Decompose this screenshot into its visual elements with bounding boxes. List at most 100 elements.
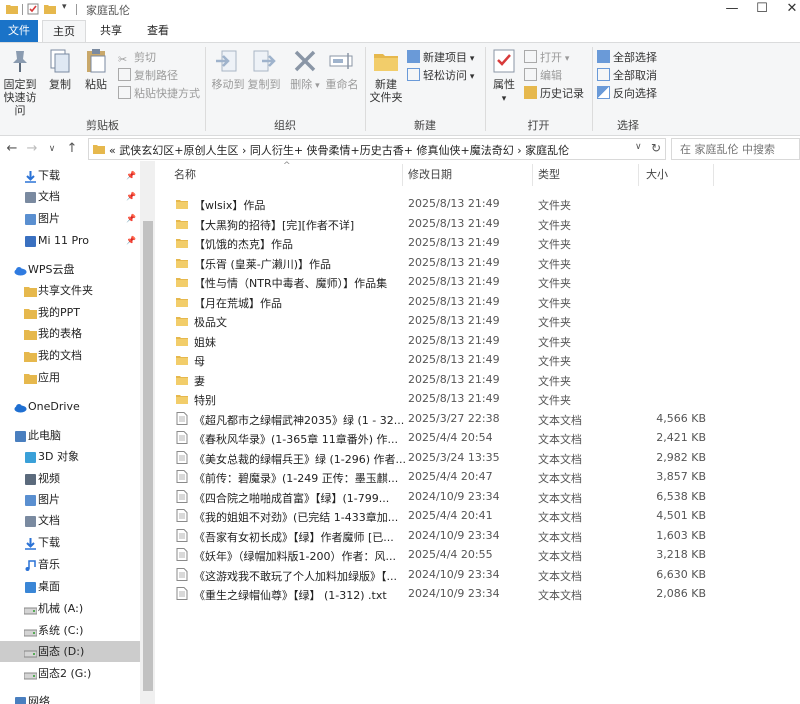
refresh-icon[interactable]: ↻ [651, 141, 661, 155]
file-type: 文件夹 [538, 335, 571, 349]
file-size: 4,566 KB [656, 411, 706, 425]
nav-item[interactable]: 文档 📌 [0, 186, 140, 207]
column-divider[interactable] [532, 164, 533, 186]
column-divider[interactable] [713, 164, 714, 186]
nav-item[interactable]: 下载 [0, 532, 140, 553]
nav-item[interactable]: 应用 [0, 367, 140, 388]
file-row[interactable]: 【wlsix】作品 2025/8/13 21:49 文件夹 [172, 194, 732, 214]
nav-item[interactable]: OneDrive [0, 396, 140, 417]
easy-access-button[interactable]: 轻松访问 ▾ [407, 67, 474, 85]
file-row[interactable]: 《重生之绿帽仙尊》【绿】 (1-312) .txt 2024/10/9 23:34… [172, 584, 732, 604]
properties-check-icon[interactable] [27, 3, 39, 15]
rename-button[interactable]: 重命名 [322, 47, 362, 91]
nav-item[interactable]: 共享文件夹 [0, 280, 140, 301]
copy-button[interactable]: 复制 [44, 47, 76, 91]
copy-to-button[interactable]: 复制到 [246, 47, 282, 91]
file-row[interactable]: 《春秋风华录》(1-365章 11章番外) 作... 2025/4/4 20:54… [172, 428, 732, 448]
file-row[interactable]: 妻 2025/8/13 21:49 文件夹 [172, 370, 732, 390]
nav-item[interactable]: 网络 [0, 691, 140, 704]
nav-item[interactable]: 图片 [0, 489, 140, 510]
nav-item[interactable]: WPS云盘 [0, 259, 140, 280]
invert-selection-button[interactable]: 反向选择 [597, 85, 657, 103]
nav-scrollbar-thumb[interactable] [143, 221, 153, 691]
file-row[interactable]: 姐妹 2025/8/13 21:49 文件夹 [172, 331, 732, 351]
file-row[interactable]: 《这游戏我不敢玩了个人加料加绿版》【... 2024/10/9 23:34 文本文档… [172, 565, 732, 585]
file-row[interactable]: 极品文 2025/8/13 21:49 文件夹 [172, 311, 732, 331]
quick-access-dropdown-icon[interactable]: ▾ [62, 2, 67, 12]
tab-share[interactable]: 共享 [88, 20, 134, 42]
nav-item-label: 3D 对象 [38, 450, 79, 463]
file-row[interactable]: 母 2025/8/13 21:49 文件夹 [172, 350, 732, 370]
tab-home[interactable]: 主页 [42, 20, 86, 42]
new-folder-button[interactable]: 新建 文件夹 [368, 47, 404, 104]
nav-item[interactable]: 我的PPT [0, 302, 140, 323]
nav-item[interactable]: Mi 11 Pro 📌 [0, 230, 140, 251]
nav-item[interactable]: 此电脑 [0, 425, 140, 446]
move-to-button[interactable]: 移动到 [210, 47, 246, 91]
file-row[interactable]: 【大黑狗的招待】[完][作者不详] 2025/8/13 21:49 文件夹 [172, 214, 732, 234]
column-header-type[interactable]: 类型 [538, 161, 560, 189]
open-group-label: 打开 [527, 119, 550, 132]
back-button[interactable]: ← [4, 140, 20, 158]
column-header-name[interactable]: 名称 [174, 161, 196, 189]
text-file-icon [176, 489, 188, 503]
ribbon: 固定到 快速访问 复制 粘贴 ✂ 剪切 复制路径 粘贴快捷方式 剪贴板 移动到 复… [0, 42, 800, 136]
copy-path-button[interactable]: 复制路径 [118, 67, 178, 85]
file-row[interactable]: 【饥饿的杰克】作品 2025/8/13 21:49 文件夹 [172, 233, 732, 253]
file-row[interactable]: 特别 2025/8/13 21:49 文件夹 [172, 389, 732, 409]
nav-item[interactable]: 音乐 [0, 554, 140, 575]
select-none-button[interactable]: 全部取消 [597, 67, 657, 85]
open-button[interactable]: 打开 ▾ [524, 49, 569, 67]
title-separator [22, 4, 23, 15]
file-row[interactable]: 《美女总裁的绿帽兵王》绿 (1-296) 作者... 2025/3/24 13:3… [172, 448, 732, 468]
new-folder-quick-icon[interactable] [44, 3, 56, 15]
tab-file[interactable]: 文件 [0, 20, 38, 42]
file-row[interactable]: 《吾家有女初长成》【绿】作者魔师 [已... 2024/10/9 23:34 文本文… [172, 526, 732, 546]
paste-shortcut-button[interactable]: 粘贴快捷方式 [118, 85, 200, 103]
search-box[interactable] [671, 138, 800, 160]
nav-item[interactable]: 系统 (C:) [0, 620, 140, 641]
forward-button[interactable]: → [24, 140, 40, 158]
properties-button[interactable]: 属性 ▾ [488, 47, 520, 106]
nav-item[interactable]: 机械 (A:) [0, 598, 140, 619]
pin-to-quick-access-button[interactable]: 固定到 快速访问 [0, 47, 40, 117]
edit-button[interactable]: 编辑 [524, 67, 562, 85]
column-divider[interactable] [638, 164, 639, 186]
file-row[interactable]: 【乐胥 (皇莱-广濑川)】作品 2025/8/13 21:49 文件夹 [172, 253, 732, 273]
file-row[interactable]: 【性与情（NTR中毒者、魔师）】作品集 2025/8/13 21:49 文件夹 [172, 272, 732, 292]
delete-button[interactable]: 删除 ▾ [288, 47, 322, 93]
file-row[interactable]: 【月在荒城】作品 2025/8/13 21:49 文件夹 [172, 292, 732, 312]
close-button[interactable]: ✕ [770, 0, 800, 20]
nav-item[interactable]: 我的文档 [0, 345, 140, 366]
file-row[interactable]: 《前传：碧魔录》(1-249 正传：墨玉麒... 2025/4/4 20:47 文本… [172, 467, 732, 487]
nav-item[interactable]: 固态 (D:) [0, 641, 140, 662]
nav-item[interactable]: 固态2 (G:) [0, 663, 140, 684]
text-file-icon [176, 567, 188, 581]
recent-locations-button[interactable]: ∨ [44, 140, 60, 158]
nav-item[interactable]: 3D 对象 [0, 446, 140, 467]
file-row[interactable]: 《妖年》（绿帽加料版1-200）作者：风... 2025/4/4 20:55 文本文… [172, 545, 732, 565]
column-divider[interactable] [402, 164, 403, 186]
nav-item[interactable]: 我的表格 [0, 323, 140, 344]
tab-view[interactable]: 查看 [136, 20, 180, 42]
cut-button[interactable]: ✂ 剪切 [118, 49, 156, 67]
nav-item[interactable]: 视频 [0, 468, 140, 489]
nav-item[interactable]: 图片 📌 [0, 208, 140, 229]
file-row[interactable]: 《四合院之啪啪成首富》【绿】(1-799... 2024/10/9 23:34 文本… [172, 487, 732, 507]
up-button[interactable]: ↑ [64, 140, 80, 158]
select-all-button[interactable]: 全部选择 [597, 49, 657, 67]
history-button[interactable]: 历史记录 [524, 85, 584, 103]
search-input[interactable] [672, 139, 800, 159]
column-header-size[interactable]: 大小 [646, 161, 668, 189]
paste-button[interactable]: 粘贴 [80, 47, 112, 91]
nav-item[interactable]: 下载 📌 [0, 165, 140, 186]
file-row[interactable]: 《超凡都市之绿帽武神2035》绿 (1 - 32... 2025/3/27 22:… [172, 409, 732, 429]
file-row[interactable]: 《我的姐姐不对劲》(已完结 1-433章加... 2025/4/4 20:41 文本… [172, 506, 732, 526]
address-bar[interactable]: « 武侠玄幻区+原创人生区 › 同人衍生+ 侠骨柔情+历史古香+ 修真仙侠+魔法… [88, 138, 666, 160]
new-item-button[interactable]: 新建项目 ▾ [407, 49, 474, 67]
cut-label: 剪切 [134, 51, 156, 64]
nav-item[interactable]: 文档 [0, 510, 140, 531]
address-dropdown-icon[interactable]: ∨ [635, 142, 642, 152]
nav-item[interactable]: 桌面 [0, 576, 140, 597]
column-header-date[interactable]: 修改日期 [408, 161, 452, 189]
